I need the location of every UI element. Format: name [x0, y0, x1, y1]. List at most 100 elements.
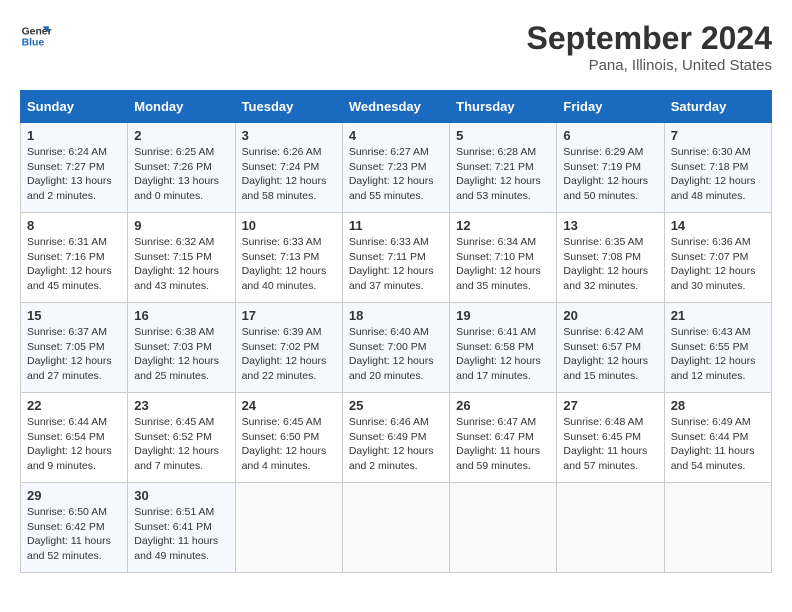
weekday-header-sunday: Sunday — [21, 91, 128, 123]
day-number: 18 — [349, 308, 443, 323]
day-number: 28 — [671, 398, 765, 413]
calendar-week-5: 29 Sunrise: 6:50 AMSunset: 6:42 PMDaylig… — [21, 483, 772, 573]
svg-text:Blue: Blue — [22, 38, 45, 49]
day-number: 22 — [27, 398, 121, 413]
day-number: 27 — [563, 398, 657, 413]
location: Pana, Illinois, United States — [527, 57, 772, 74]
day-number: 15 — [27, 308, 121, 323]
calendar-table: SundayMondayTuesdayWednesdayThursdayFrid… — [20, 90, 772, 573]
day-number: 2 — [134, 128, 228, 143]
calendar-cell — [557, 483, 664, 573]
day-info: Sunrise: 6:50 AMSunset: 6:42 PMDaylight:… — [27, 506, 111, 562]
weekday-header-tuesday: Tuesday — [235, 91, 342, 123]
calendar-cell: 22 Sunrise: 6:44 AMSunset: 6:54 PMDaylig… — [21, 393, 128, 483]
day-info: Sunrise: 6:34 AMSunset: 7:10 PMDaylight:… — [456, 236, 541, 292]
calendar-cell: 15 Sunrise: 6:37 AMSunset: 7:05 PMDaylig… — [21, 303, 128, 393]
calendar-cell: 2 Sunrise: 6:25 AMSunset: 7:26 PMDayligh… — [128, 123, 235, 213]
day-info: Sunrise: 6:45 AMSunset: 6:52 PMDaylight:… — [134, 416, 219, 472]
calendar-cell: 21 Sunrise: 6:43 AMSunset: 6:55 PMDaylig… — [664, 303, 771, 393]
day-info: Sunrise: 6:38 AMSunset: 7:03 PMDaylight:… — [134, 326, 219, 382]
calendar-cell: 16 Sunrise: 6:38 AMSunset: 7:03 PMDaylig… — [128, 303, 235, 393]
calendar-cell: 1 Sunrise: 6:24 AMSunset: 7:27 PMDayligh… — [21, 123, 128, 213]
calendar-cell: 29 Sunrise: 6:50 AMSunset: 6:42 PMDaylig… — [21, 483, 128, 573]
day-info: Sunrise: 6:39 AMSunset: 7:02 PMDaylight:… — [242, 326, 327, 382]
logo-icon: General Blue — [20, 20, 52, 52]
day-info: Sunrise: 6:46 AMSunset: 6:49 PMDaylight:… — [349, 416, 434, 472]
calendar-cell — [342, 483, 449, 573]
day-number: 16 — [134, 308, 228, 323]
day-number: 25 — [349, 398, 443, 413]
day-number: 8 — [27, 218, 121, 233]
day-info: Sunrise: 6:40 AMSunset: 7:00 PMDaylight:… — [349, 326, 434, 382]
calendar-cell: 17 Sunrise: 6:39 AMSunset: 7:02 PMDaylig… — [235, 303, 342, 393]
calendar-cell: 23 Sunrise: 6:45 AMSunset: 6:52 PMDaylig… — [128, 393, 235, 483]
day-number: 3 — [242, 128, 336, 143]
day-info: Sunrise: 6:33 AMSunset: 7:13 PMDaylight:… — [242, 236, 327, 292]
day-number: 19 — [456, 308, 550, 323]
day-number: 7 — [671, 128, 765, 143]
month-title: September 2024 — [527, 20, 772, 57]
calendar-week-2: 8 Sunrise: 6:31 AMSunset: 7:16 PMDayligh… — [21, 213, 772, 303]
page-header: General Blue September 2024 Pana, Illino… — [20, 20, 772, 74]
day-number: 1 — [27, 128, 121, 143]
day-number: 4 — [349, 128, 443, 143]
day-number: 13 — [563, 218, 657, 233]
calendar-cell: 9 Sunrise: 6:32 AMSunset: 7:15 PMDayligh… — [128, 213, 235, 303]
calendar-cell — [450, 483, 557, 573]
day-info: Sunrise: 6:49 AMSunset: 6:44 PMDaylight:… — [671, 416, 755, 472]
weekday-header-monday: Monday — [128, 91, 235, 123]
day-info: Sunrise: 6:43 AMSunset: 6:55 PMDaylight:… — [671, 326, 756, 382]
calendar-cell: 28 Sunrise: 6:49 AMSunset: 6:44 PMDaylig… — [664, 393, 771, 483]
weekday-header-thursday: Thursday — [450, 91, 557, 123]
day-number: 6 — [563, 128, 657, 143]
calendar-week-3: 15 Sunrise: 6:37 AMSunset: 7:05 PMDaylig… — [21, 303, 772, 393]
day-info: Sunrise: 6:51 AMSunset: 6:41 PMDaylight:… — [134, 506, 218, 562]
calendar-cell: 12 Sunrise: 6:34 AMSunset: 7:10 PMDaylig… — [450, 213, 557, 303]
day-info: Sunrise: 6:45 AMSunset: 6:50 PMDaylight:… — [242, 416, 327, 472]
weekday-header-wednesday: Wednesday — [342, 91, 449, 123]
day-info: Sunrise: 6:44 AMSunset: 6:54 PMDaylight:… — [27, 416, 112, 472]
calendar-cell: 18 Sunrise: 6:40 AMSunset: 7:00 PMDaylig… — [342, 303, 449, 393]
weekday-header-friday: Friday — [557, 91, 664, 123]
day-number: 17 — [242, 308, 336, 323]
logo: General Blue — [20, 20, 52, 52]
day-number: 24 — [242, 398, 336, 413]
day-number: 30 — [134, 488, 228, 503]
day-number: 29 — [27, 488, 121, 503]
calendar-cell — [235, 483, 342, 573]
calendar-cell: 13 Sunrise: 6:35 AMSunset: 7:08 PMDaylig… — [557, 213, 664, 303]
day-number: 12 — [456, 218, 550, 233]
day-number: 5 — [456, 128, 550, 143]
day-info: Sunrise: 6:29 AMSunset: 7:19 PMDaylight:… — [563, 146, 648, 202]
day-number: 11 — [349, 218, 443, 233]
day-number: 20 — [563, 308, 657, 323]
calendar-cell — [664, 483, 771, 573]
calendar-cell: 27 Sunrise: 6:48 AMSunset: 6:45 PMDaylig… — [557, 393, 664, 483]
day-info: Sunrise: 6:31 AMSunset: 7:16 PMDaylight:… — [27, 236, 112, 292]
day-info: Sunrise: 6:28 AMSunset: 7:21 PMDaylight:… — [456, 146, 541, 202]
day-info: Sunrise: 6:47 AMSunset: 6:47 PMDaylight:… — [456, 416, 540, 472]
title-block: September 2024 Pana, Illinois, United St… — [527, 20, 772, 74]
calendar-cell: 7 Sunrise: 6:30 AMSunset: 7:18 PMDayligh… — [664, 123, 771, 213]
calendar-cell: 19 Sunrise: 6:41 AMSunset: 6:58 PMDaylig… — [450, 303, 557, 393]
day-info: Sunrise: 6:27 AMSunset: 7:23 PMDaylight:… — [349, 146, 434, 202]
weekday-header-row: SundayMondayTuesdayWednesdayThursdayFrid… — [21, 91, 772, 123]
calendar-week-4: 22 Sunrise: 6:44 AMSunset: 6:54 PMDaylig… — [21, 393, 772, 483]
calendar-cell: 26 Sunrise: 6:47 AMSunset: 6:47 PMDaylig… — [450, 393, 557, 483]
calendar-cell: 10 Sunrise: 6:33 AMSunset: 7:13 PMDaylig… — [235, 213, 342, 303]
calendar-cell: 3 Sunrise: 6:26 AMSunset: 7:24 PMDayligh… — [235, 123, 342, 213]
day-info: Sunrise: 6:25 AMSunset: 7:26 PMDaylight:… — [134, 146, 219, 202]
day-info: Sunrise: 6:36 AMSunset: 7:07 PMDaylight:… — [671, 236, 756, 292]
calendar-cell: 30 Sunrise: 6:51 AMSunset: 6:41 PMDaylig… — [128, 483, 235, 573]
day-info: Sunrise: 6:24 AMSunset: 7:27 PMDaylight:… — [27, 146, 112, 202]
day-info: Sunrise: 6:48 AMSunset: 6:45 PMDaylight:… — [563, 416, 647, 472]
day-info: Sunrise: 6:26 AMSunset: 7:24 PMDaylight:… — [242, 146, 327, 202]
calendar-cell: 8 Sunrise: 6:31 AMSunset: 7:16 PMDayligh… — [21, 213, 128, 303]
day-info: Sunrise: 6:37 AMSunset: 7:05 PMDaylight:… — [27, 326, 112, 382]
day-number: 9 — [134, 218, 228, 233]
weekday-header-saturday: Saturday — [664, 91, 771, 123]
day-info: Sunrise: 6:33 AMSunset: 7:11 PMDaylight:… — [349, 236, 434, 292]
calendar-cell: 11 Sunrise: 6:33 AMSunset: 7:11 PMDaylig… — [342, 213, 449, 303]
calendar-cell: 20 Sunrise: 6:42 AMSunset: 6:57 PMDaylig… — [557, 303, 664, 393]
calendar-cell: 6 Sunrise: 6:29 AMSunset: 7:19 PMDayligh… — [557, 123, 664, 213]
